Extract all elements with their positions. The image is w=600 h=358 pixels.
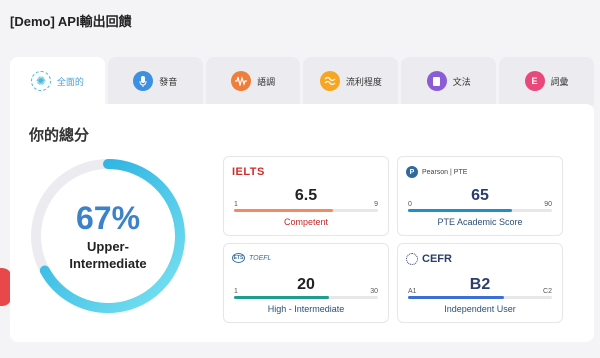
ielts-logo: IELTS [232,166,265,178]
toefl-logo-text: TOEFL [249,254,272,262]
tab-intonation[interactable]: 語調 [205,57,301,105]
tab-label: 全面的 [56,76,84,87]
tab-label: 流利程度 [345,76,382,87]
cefr-progress-track [408,296,552,299]
pte-progress-track [408,209,552,212]
overview-panel: 你的總分 67% Upper-Intermediate IELTS 6.5 1 … [10,104,594,342]
cefr-min: A1 [408,288,417,295]
score-level: Upper-Intermediate [69,239,147,271]
tab-label: 詞彙 [550,76,569,87]
pte-max: 90 [544,201,552,208]
pte-min: 0 [408,201,412,208]
tab-fluency[interactable]: 流利程度 [303,57,399,105]
cefr-max: C2 [543,288,552,295]
score-ring-label: 67% Upper-Intermediate [27,155,189,317]
cefr-logo: CEFR [406,253,452,265]
pte-card: P Pearson | PTE 65 0 90 PTE Academic Sco… [397,156,563,236]
tab-label: 文法 [452,76,471,87]
cefr-logo-text: CEFR [422,253,452,265]
cefr-emblem-icon [406,253,418,265]
book-icon [426,71,447,91]
page-title: [Demo] API輸出回饋 [10,14,132,29]
pte-logo: P Pearson | PTE [406,166,467,178]
toefl-logo: ETS TOEFL [232,253,271,263]
cefr-progress-fill [408,296,505,299]
tab-pronunciation[interactable]: 發音 [107,57,203,105]
waveform-icon [231,71,252,91]
cefr-level: B2 [469,276,491,293]
toefl-progress-track [234,296,378,299]
pte-progress-fill [408,209,512,212]
toefl-max: 30 [370,288,378,295]
microphone-icon [133,71,154,91]
tab-label: 語調 [257,76,276,87]
ielts-min: 1 [234,201,238,208]
ielts-score: 6.5 [294,187,318,204]
cefr-card: CEFR B2 A1 C2 Independent User [397,243,563,323]
tab-vocabulary[interactable]: E 詞彙 [499,57,594,105]
toefl-score: 20 [297,276,315,293]
ielts-band: Competent [283,217,329,227]
score-heading: 你的總分 [29,127,90,144]
fluency-icon [319,71,340,91]
toefl-progress-fill [234,296,330,299]
ielts-card: IELTS 6.5 1 9 Competent [223,156,389,236]
overall-icon: ✺ [30,71,51,91]
tab-label: 發音 [159,76,178,87]
pte-band: PTE Academic Score [437,217,523,227]
ets-icon: ETS [232,253,245,263]
toefl-card: ETS TOEFL 20 1 30 High - Intermediate [223,243,389,323]
score-percent: 67% [75,200,141,236]
tab-overall[interactable]: ✺ 全面的 [10,57,105,105]
pearson-icon: P [406,166,418,178]
toefl-band: High - Intermediate [267,304,345,314]
ielts-max: 9 [374,201,378,208]
tab-bar: ✺ 全面的 發音 語調 流利程度 文法 E 詞彙 [10,57,594,105]
letter-e-icon: E [524,71,545,91]
ielts-progress-track [234,209,378,212]
toefl-min: 1 [234,288,238,295]
ielts-progress-fill [234,209,334,212]
tab-grammar[interactable]: 文法 [401,57,497,105]
pte-score: 65 [471,187,489,204]
cefr-band: Independent User [444,304,516,314]
pte-logo-text: Pearson | PTE [422,168,468,176]
